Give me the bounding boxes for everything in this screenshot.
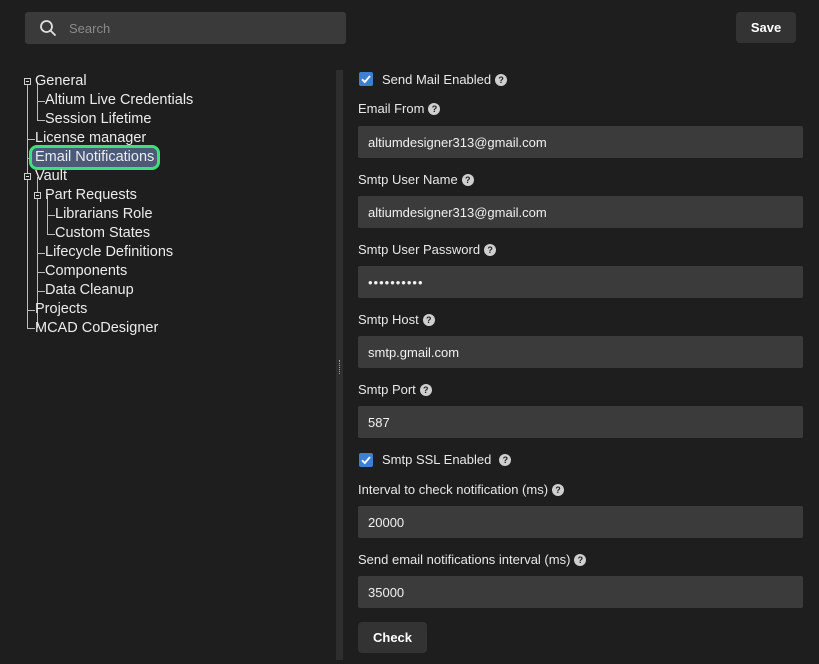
tree-item-altium-live-credentials[interactable]: Altium Live Credentials — [45, 91, 193, 110]
smtp-port-text: Smtp Port — [358, 382, 416, 397]
tree-item-session-lifetime[interactable]: Session Lifetime — [45, 110, 151, 129]
email-from-label: Email From? — [358, 101, 441, 117]
tree-line — [27, 139, 35, 140]
send-interval-input[interactable] — [358, 576, 803, 608]
interval-check-label: Interval to check notification (ms)? — [358, 482, 565, 498]
interval-check-input[interactable] — [358, 506, 803, 538]
smtp-ssl-enabled-checkbox[interactable] — [359, 453, 373, 467]
send-mail-enabled-label: Send Mail Enabled? — [382, 72, 508, 88]
smtp-host-input[interactable] — [358, 336, 803, 368]
tree-item-components[interactable]: Components — [45, 262, 127, 281]
smtp-user-name-input[interactable] — [358, 196, 803, 228]
smtp-user-password-text: Smtp User Password — [358, 242, 481, 257]
tree-item-general[interactable]: General — [35, 72, 87, 91]
tree-line — [37, 101, 45, 102]
smtp-port-input[interactable] — [358, 406, 803, 438]
panel-splitter[interactable] — [336, 70, 343, 660]
tree-item-mcad-codesigner[interactable]: MCAD CoDesigner — [35, 319, 158, 338]
search-input[interactable] — [69, 12, 339, 44]
search-box[interactable] — [25, 12, 346, 44]
tree-item-lifecycle-definitions[interactable]: Lifecycle Definitions — [45, 243, 173, 262]
smtp-host-label: Smtp Host? — [358, 312, 435, 328]
tree-line — [27, 310, 35, 311]
tree-line — [47, 215, 55, 216]
help-icon[interactable]: ? — [484, 244, 497, 256]
check-button[interactable]: Check — [358, 622, 427, 653]
send-mail-enabled-checkbox[interactable] — [359, 72, 373, 86]
search-icon — [40, 20, 56, 36]
tree-line — [37, 272, 45, 273]
smtp-host-text: Smtp Host — [358, 312, 419, 327]
tree-line — [27, 82, 28, 328]
help-icon[interactable]: ? — [552, 484, 565, 496]
tree-item-vault[interactable]: Vault — [35, 167, 67, 186]
interval-check-text: Interval to check notification (ms) — [358, 482, 549, 497]
send-interval-text: Send email notifications interval (ms) — [358, 552, 571, 567]
tree-item-email-notifications[interactable]: Email Notifications — [28, 145, 161, 170]
tree-item-projects[interactable]: Projects — [35, 300, 87, 319]
tree-item-license-manager[interactable]: License manager — [35, 129, 146, 148]
splitter-grip-icon — [339, 360, 341, 374]
collapse-part-requests-icon[interactable] — [34, 192, 41, 199]
checkmark-icon — [361, 456, 371, 465]
settings-window: Save General Altium Live Credentials Ses… — [0, 0, 819, 664]
help-icon[interactable]: ? — [428, 103, 441, 115]
tree-item-data-cleanup[interactable]: Data Cleanup — [45, 281, 134, 300]
help-icon[interactable]: ? — [574, 554, 587, 566]
smtp-ssl-enabled-label: Smtp SSL Enabled? — [382, 452, 512, 468]
tree-item-custom-states[interactable]: Custom States — [55, 224, 150, 243]
settings-tree: General Altium Live Credentials Session … — [18, 70, 338, 660]
tree-line — [37, 291, 45, 292]
smtp-user-password-input[interactable] — [358, 266, 803, 298]
tree-item-part-requests[interactable]: Part Requests — [45, 186, 137, 205]
smtp-port-label: Smtp Port? — [358, 382, 432, 398]
help-icon[interactable]: ? — [419, 384, 432, 396]
tree-item-librarians-role[interactable]: Librarians Role — [55, 205, 153, 224]
checkmark-icon — [361, 75, 371, 84]
tree-line — [47, 234, 55, 235]
smtp-user-password-label: Smtp User Password? — [358, 242, 497, 258]
help-icon[interactable]: ? — [422, 314, 435, 326]
help-icon[interactable]: ? — [495, 74, 508, 86]
help-icon[interactable]: ? — [461, 174, 474, 186]
collapse-vault-icon[interactable] — [24, 173, 31, 180]
email-from-input[interactable] — [358, 126, 803, 158]
smtp-user-name-label: Smtp User Name? — [358, 172, 474, 188]
send-mail-enabled-text: Send Mail Enabled — [382, 72, 492, 87]
tree-line — [37, 253, 45, 254]
email-from-text: Email From — [358, 101, 425, 116]
save-button[interactable]: Save — [736, 12, 796, 43]
tree-line — [37, 120, 45, 121]
send-interval-label: Send email notifications interval (ms)? — [358, 552, 587, 568]
smtp-user-name-text: Smtp User Name — [358, 172, 458, 187]
smtp-ssl-enabled-text: Smtp SSL Enabled — [382, 452, 492, 467]
collapse-general-icon[interactable] — [24, 78, 31, 85]
help-icon[interactable]: ? — [499, 454, 512, 466]
tree-line — [27, 328, 35, 329]
